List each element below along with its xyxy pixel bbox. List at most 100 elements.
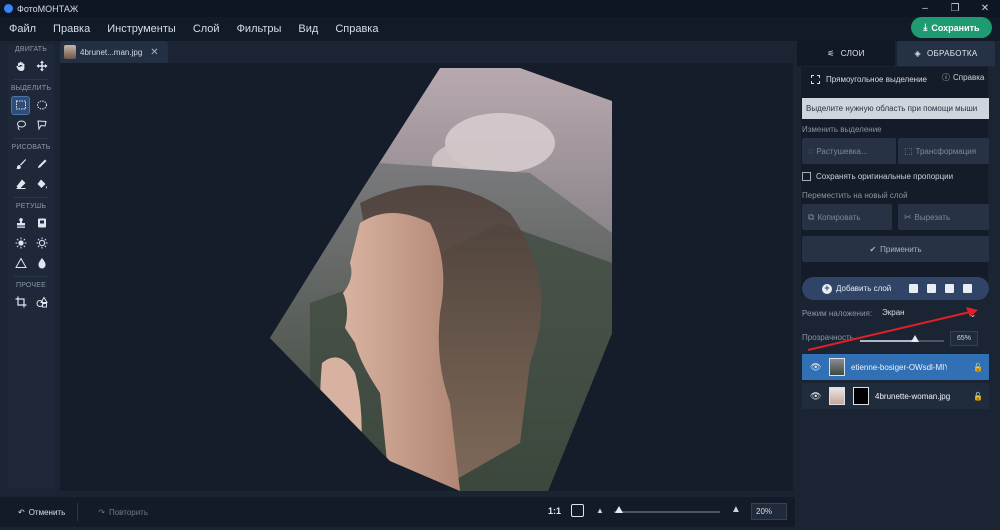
layer-name: etienne-bosiger-OWsdl-MIYA-c (851, 362, 947, 372)
tool-section-label: ПРОЧЕЕ (15, 282, 47, 289)
lock-icon[interactable]: 🔓 (973, 363, 983, 372)
window-controls: – ❐ ✕ (910, 0, 1000, 17)
help-link[interactable]: ⓘ Справка (942, 67, 984, 87)
fill-icon[interactable] (33, 176, 50, 193)
copy-button[interactable]: ⧉ Копировать (802, 204, 892, 230)
lock-icon[interactable]: 🔓 (973, 392, 983, 401)
document-thumbnail (64, 45, 76, 59)
redo-button[interactable]: ↷ Повторить (98, 508, 148, 517)
hand-icon[interactable] (12, 58, 29, 75)
restore-icon[interactable]: ❐ (940, 0, 970, 17)
checkbox-box[interactable] (802, 172, 811, 181)
tool-section-label: ДВИГАТЬ (14, 46, 48, 53)
actual-size-button[interactable]: 1:1 (548, 506, 561, 516)
menu-layer[interactable]: Слой (184, 23, 228, 35)
camera-icon[interactable] (909, 284, 919, 293)
cut-button[interactable]: ✂ Вырезать (898, 204, 989, 230)
apply-button[interactable]: ✔ Применить (802, 236, 989, 262)
patch-icon[interactable] (33, 215, 50, 232)
scissors-icon: ✂ (904, 211, 912, 222)
trash-icon[interactable] (963, 284, 973, 293)
eye-icon[interactable]: 👁 (810, 391, 822, 402)
feather-label: Растушевка... (816, 146, 868, 156)
redo-label: Повторить (108, 507, 149, 517)
stamp-icon[interactable] (12, 215, 29, 232)
polygon-lasso-icon[interactable] (33, 117, 50, 134)
feather-button[interactable]: ◌ Растушевка... (802, 138, 896, 164)
layer-thumbnail (829, 387, 845, 405)
cut-label: Вырезать (914, 212, 951, 222)
tool-palette: ДВИГАТЬ ВЫДЕЛИТЬ РИСОВАТЬ РЕТУШЬ ПРОЧЕЕ (8, 44, 54, 488)
document-tab[interactable]: 4brunet...man.jpg ✕ (60, 41, 168, 63)
title-bar: ФотоМОНТАЖ – ❐ ✕ (0, 0, 1000, 17)
tab-layers[interactable]: ⚟ СЛОИ (797, 41, 895, 66)
layer-row[interactable]: 👁 4brunette-woman.jpg 🔓 (802, 383, 989, 409)
blur-icon[interactable] (33, 255, 50, 272)
zoom-slider-handle[interactable] (615, 506, 624, 513)
keep-proportions-checkbox[interactable]: Сохранять оригинальные пропорции (802, 172, 953, 181)
feather-icon: ◌ (808, 146, 814, 156)
check-icon: ✔ (869, 244, 877, 254)
tool-section-label: РИСОВАТЬ (11, 144, 51, 151)
apply-label: Применить (880, 244, 922, 254)
brush-icon[interactable] (12, 156, 29, 173)
tab-processing-label: ОБРАБОТКА (926, 49, 978, 58)
tab-processing[interactable]: ◈ ОБРАБОТКА (897, 41, 995, 66)
change-selection-label: Изменить выделение (802, 125, 882, 134)
menu-file[interactable]: Файл (0, 23, 44, 35)
eye-icon[interactable]: 👁 (810, 362, 822, 373)
menu-edit[interactable]: Правка (44, 23, 98, 35)
save-button-label: Сохранить (931, 22, 980, 33)
shapes-icon[interactable] (33, 294, 50, 311)
add-layer-button[interactable]: + Добавить слой (822, 283, 892, 294)
eraser-icon[interactable] (12, 176, 29, 193)
menu-filters[interactable]: Фильтры (228, 23, 290, 35)
minimize-icon[interactable]: – (910, 0, 940, 17)
zoom-percent-field[interactable]: 20% (751, 503, 787, 520)
add-layer-label: Добавить слой (836, 284, 892, 293)
layer-mask-thumbnail (853, 387, 869, 405)
menu-view[interactable]: Вид (289, 23, 326, 35)
tool-section-draw: РИСОВАТЬ (8, 142, 54, 194)
zoom-in-icon[interactable]: ▲ (731, 504, 741, 515)
move-icon[interactable] (33, 58, 50, 75)
zoom-out-icon[interactable]: ▲ (596, 506, 604, 515)
document-tab-name: 4brunet...man.jpg (80, 47, 143, 57)
transform-button[interactable]: ⬚ Трансформация (898, 138, 989, 164)
menu-help[interactable]: Справка (326, 23, 386, 35)
bottom-bar: ↶ Отменить ↷ Повторить 1:1 ▲ ▲ 20% (0, 497, 795, 527)
tool-section-label: ВЫДЕЛИТЬ (10, 85, 52, 92)
pencil-icon[interactable] (33, 156, 50, 173)
lasso-icon[interactable] (12, 117, 29, 134)
ellipse-select-icon[interactable] (33, 97, 50, 114)
tab-layers-label: СЛОИ (840, 49, 865, 58)
app-title: ФотоМОНТАЖ (17, 3, 79, 14)
move-to-new-layer-label: Переместить на новый слой (802, 191, 908, 200)
fit-to-screen-icon[interactable] (571, 504, 584, 517)
layer-row[interactable]: 👁 etienne-bosiger-OWsdl-MIYA-c 🔓 (802, 354, 989, 380)
exposure-icon[interactable] (33, 235, 50, 252)
app-logo-icon (4, 4, 13, 13)
undo-button[interactable]: ↶ Отменить (18, 508, 65, 517)
layer-name: 4brunette-woman.jpg (875, 391, 951, 401)
menu-tools[interactable]: Инструменты (98, 23, 184, 35)
duplicate-icon[interactable] (945, 284, 955, 293)
layers-stack-icon: ◈ (914, 49, 921, 58)
tool-section-retouch: РЕТУШЬ (8, 201, 54, 273)
brightness-icon[interactable] (12, 235, 29, 252)
selection-hint: Выделите нужную область при помощи мыши (802, 98, 989, 119)
close-icon[interactable]: ✕ (970, 0, 1000, 17)
tool-section-move: ДВИГАТЬ (8, 44, 54, 76)
crop-icon[interactable] (12, 294, 29, 311)
zoom-slider[interactable] (614, 511, 720, 513)
rect-select-icon[interactable] (11, 95, 30, 115)
tool-section-label: РЕТУШЬ (15, 203, 47, 210)
close-tab-icon[interactable]: ✕ (150, 47, 158, 58)
layer-thumbnail (829, 358, 845, 376)
image-canvas[interactable] (60, 63, 793, 491)
tool-section-other: ПРОЧЕЕ (8, 280, 54, 312)
sharpen-icon[interactable] (12, 255, 29, 272)
folder-icon[interactable] (927, 284, 937, 293)
layers-sliders-icon: ⚟ (827, 49, 835, 58)
save-button[interactable]: ⤓ Сохранить (911, 17, 992, 38)
